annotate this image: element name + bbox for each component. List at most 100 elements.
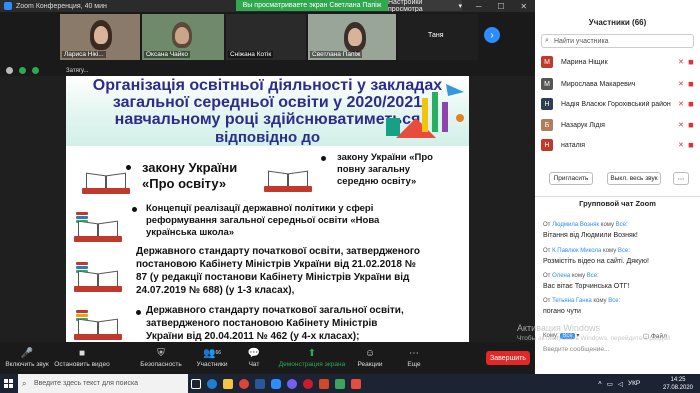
more-dots-icon: ⋯	[409, 347, 419, 359]
participant-search-input[interactable]: ⌕ Найти участника	[541, 34, 694, 48]
edge-browser-icon[interactable]	[204, 374, 220, 393]
clock-date: 27.08.2020	[662, 384, 694, 391]
shield-icon[interactable]	[19, 66, 26, 74]
more-button[interactable]: ⋯ Еще	[392, 342, 436, 374]
video-thumbnail[interactable]: Лариса Нікі...	[60, 14, 140, 60]
chat-message-text: Вітання від Людмили Возняк!	[543, 232, 638, 239]
zoom-icon[interactable]	[268, 374, 284, 393]
slide-item-text: «Про освіту»	[142, 176, 227, 191]
slide-item-text: постановою Кабінету Міністрів України ві…	[136, 259, 416, 270]
video-thumbnail[interactable]: Сніжана Котік	[226, 14, 306, 60]
participant-row[interactable]: М Марина Ніщик ✕ ◼	[541, 54, 700, 70]
bullet-point	[126, 165, 131, 170]
participants-label: Участники	[196, 361, 228, 368]
bullet-point	[321, 156, 326, 161]
video-thumbnail[interactable]: Оксана Чайко	[142, 14, 224, 60]
participant-row[interactable]: М Мирослава Макаревич ✕ ◼	[541, 76, 700, 92]
keyboard-language[interactable]: УКР	[628, 380, 640, 387]
word-icon[interactable]	[252, 374, 268, 393]
video-thumbnail[interactable]: Светлана Папіж	[308, 14, 396, 60]
participant-name: Назарук Лідія	[561, 121, 605, 129]
chat-message-meta: От К Павлюк Микола кому Все:	[543, 248, 630, 254]
invite-button[interactable]: Пригласить	[549, 172, 593, 185]
side-panel: Участники (66) ⌕ Найти участника М Марин…	[535, 0, 700, 374]
meeting-toolbar: 🎤 Включить звук ■ Остановить видео ⛨ Без…	[0, 342, 535, 374]
info-icon[interactable]	[6, 66, 13, 74]
zoom-logo-icon	[4, 2, 12, 10]
app-icon[interactable]	[348, 374, 364, 393]
clock-time: 14:25	[670, 376, 686, 383]
view-options-label: Настройки просмотра	[388, 0, 423, 13]
slide-item-text: 87 (у редакції постанови Кабінету Мініст…	[136, 272, 410, 283]
windows-activation-hint: Чтобы активировать Windows, перейдите в …	[517, 335, 671, 342]
maximize-icon[interactable]: ☐	[497, 2, 504, 11]
muted-mic-icon: 🎤	[20, 347, 34, 359]
chat-message-text: погано чути	[543, 308, 581, 315]
chat-bubble-icon: 💬	[247, 347, 261, 359]
task-view-icon[interactable]	[188, 374, 204, 393]
avatar: Н	[541, 139, 553, 151]
search-icon: ⌕	[545, 37, 549, 44]
close-icon[interactable]: ✕	[520, 2, 527, 11]
share-screen-button[interactable]: ⬆ Демонстрация экрана	[276, 342, 348, 374]
mute-all-button[interactable]: Выкл. весь звук	[607, 172, 661, 185]
chat-message-text: Вас вітає Торчинська ОТГ!	[543, 283, 630, 290]
taskbar-search-placeholder: Введите здесь текст для поиска	[34, 380, 139, 387]
search-icon: ⌕	[22, 378, 27, 388]
avatar: Н	[541, 98, 553, 110]
participant-row[interactable]: Н наталія ✕ ◼	[541, 137, 700, 153]
chat-message-text: Розмістіть відео на сайті. Дякую!	[543, 258, 649, 265]
app-icon[interactable]	[332, 374, 348, 393]
opera-icon[interactable]	[300, 374, 316, 393]
taskbar-search-input[interactable]: ⌕ Введите здесь текст для поиска	[18, 374, 188, 393]
video-thumbnail[interactable]: Таня	[398, 14, 478, 60]
network-icon[interactable]: ▭	[607, 380, 613, 388]
video-off-icon: ◼	[688, 122, 694, 129]
end-meeting-button[interactable]: Завершить	[486, 351, 530, 365]
windows-start-button[interactable]	[0, 374, 18, 393]
chevron-up-icon[interactable]: ˄	[598, 380, 602, 387]
presentation-slide: Організація освітньої діяльності у закла…	[66, 76, 469, 342]
explorer-icon[interactable]	[220, 374, 236, 393]
participant-row[interactable]: Б Назарук Лідія ✕ ◼	[541, 117, 700, 133]
more-options-button[interactable]: ⋯	[673, 172, 689, 185]
stop-video-button[interactable]: ■ Остановить видео	[54, 342, 110, 374]
shield-icon: ⛨	[157, 347, 165, 359]
taskbar-clock[interactable]: 14:25 27.08.2020	[660, 374, 696, 393]
next-page-arrow-icon[interactable]: ›	[484, 27, 500, 43]
volume-icon[interactable]: ◁	[618, 380, 623, 388]
thumbnail-name: Таня	[428, 32, 444, 39]
book-icon	[264, 166, 312, 194]
viber-icon[interactable]	[284, 374, 300, 393]
chat-button[interactable]: 💬 Чат	[232, 342, 276, 374]
smiley-icon: ☺	[364, 347, 376, 359]
slide-item-text: Концепції реалізації державної політики …	[146, 203, 374, 214]
video-camera-icon: ■	[78, 347, 86, 359]
book-icon	[74, 314, 122, 342]
reactions-button[interactable]: ☺ Реакции	[348, 342, 392, 374]
chevron-down-icon: ▾	[458, 2, 462, 10]
security-button[interactable]: ⛨ Безопасность	[130, 342, 192, 374]
book-icon	[82, 168, 130, 196]
unmute-label: Включить звук	[5, 361, 49, 368]
group-chat-title: Групповой чат Zoom	[535, 196, 700, 210]
powerpoint-icon[interactable]	[316, 374, 332, 393]
avatar: М	[541, 78, 553, 90]
thumbnail-name: Светлана Папіж	[310, 51, 363, 58]
unmute-button[interactable]: 🎤 Включить звук	[0, 342, 54, 374]
participants-button[interactable]: 👥 66 Участники	[192, 342, 232, 374]
video-off-icon: ◼	[688, 101, 694, 108]
view-options-button[interactable]: Настройки просмотра ▾	[388, 0, 462, 13]
participants-panel-title: Участники (66)	[588, 17, 647, 27]
slide-item-text: України від 20.04.2011 № 462 (у 4-х клас…	[146, 331, 360, 342]
avatar: Б	[541, 119, 553, 131]
window-controls: ─ ☐ ✕	[468, 0, 535, 12]
chrome-icon[interactable]	[236, 374, 252, 393]
participant-name: Надія Власюк Горохівський район	[561, 100, 671, 108]
participant-row[interactable]: Н Надія Власюк Горохівський район ✕ ◼	[541, 96, 700, 112]
chat-message-input[interactable]: Введите сообщение...	[543, 346, 609, 353]
video-thumbnail-strip: Лариса Нікі... Оксана Чайко Сніжана Коті…	[0, 12, 535, 62]
chat-message-meta: От Людмила Возняк кому Все:	[543, 222, 628, 228]
minimize-icon[interactable]: ─	[476, 2, 482, 11]
muted-mic-icon: ✕	[678, 81, 684, 88]
